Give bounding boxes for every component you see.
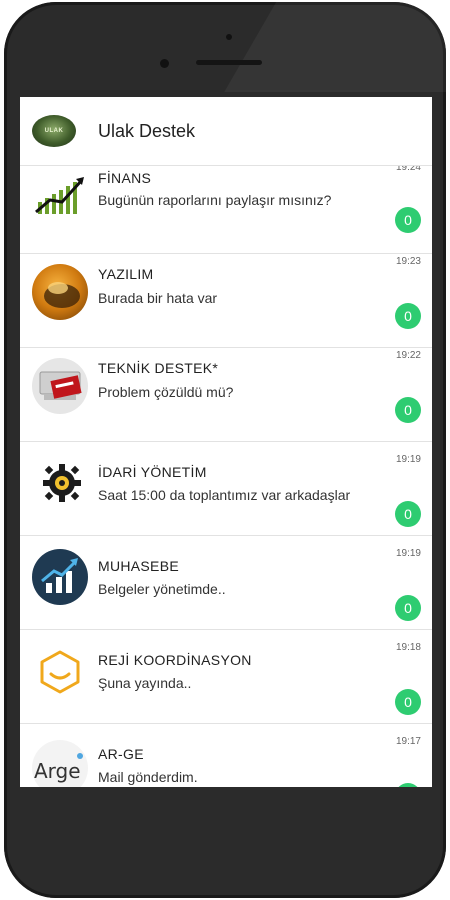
chat-name: AR-GE [98,746,144,762]
unread-badge: 0 [395,689,421,715]
chat-message: Saat 15:00 da toplantımız var arkadaşlar [98,487,351,503]
chat-time: 19:19 [395,548,421,559]
chat-message: Burada bir hata var [98,290,218,306]
chat-message: Mail gönderdim. [98,769,198,785]
chat-row[interactable]: MUHASEBE Belgeler yönetimde.. 19:19 0 [20,536,432,630]
chat-message: Şuna yayında.. [98,675,192,691]
chat-row[interactable]: İDARİ YÖNETİM Saat 15:00 da toplantımız … [20,442,432,536]
accounting-chart-icon [32,549,88,605]
chat-time: 19:22 [395,350,421,361]
chat-row[interactable]: YAZILIM Burada bir hata var 19:23 0 [20,254,432,348]
chat-row[interactable]: FİNANS Bugünün raporlarını paylaşır mısı… [20,160,432,254]
unread-badge: 0 [395,501,421,527]
app-title: Ulak Destek [98,120,196,141]
chat-time: 19:18 [395,642,421,653]
chat-name: REJİ KOORDİNASYON [98,652,252,668]
app-screen: ULAK Ulak Destek FİNANS Bugünün raporlar… [20,97,432,787]
front-camera [160,59,169,68]
arge-logo-icon: Arge [32,740,88,787]
chat-name: FİNANS [98,170,152,186]
software-icon [32,264,88,320]
chat-message: Belgeler yönetimde.. [98,581,226,597]
ulak-logo-icon: ULAK [32,115,76,147]
chat-time: 19:17 [395,736,421,747]
unread-badge: 0 [395,207,421,233]
admin-gear-icon [32,455,88,511]
chat-time: 19:23 [395,256,421,267]
proximity-sensor [226,34,232,40]
chat-message: Bugünün raporlarını paylaşır mısınız? [98,192,332,208]
chat-name: YAZILIM [98,266,154,282]
app-header: ULAK Ulak Destek [20,97,432,166]
tech-support-icon [32,358,88,414]
chat-row[interactable]: REJİ KOORDİNASYON Şuna yayında.. 19:18 0 [20,630,432,724]
chat-row[interactable]: Arge AR-GE Mail gönderdim. 19:17 0 [20,724,432,787]
chat-time: 19:19 [395,454,421,465]
unread-badge: 0 [395,595,421,621]
earpiece-speaker [196,60,262,65]
unread-badge: 0 [395,303,421,329]
chat-name: MUHASEBE [98,558,179,574]
unread-badge: 0 [395,783,421,787]
finance-chart-icon [32,168,88,224]
svg-text:Arge: Arge [34,759,81,783]
chat-row[interactable]: TEKNİK DESTEK* Problem çözüldü mü? 19:22… [20,348,432,442]
chat-name: TEKNİK DESTEK* [98,360,219,376]
unread-badge: 0 [395,397,421,423]
chat-name: İDARİ YÖNETİM [98,464,207,480]
chat-message: Problem çözüldü mü? [98,384,234,400]
hexagon-smile-icon [32,644,88,700]
chat-list: FİNANS Bugünün raporlarını paylaşır mısı… [20,160,432,787]
